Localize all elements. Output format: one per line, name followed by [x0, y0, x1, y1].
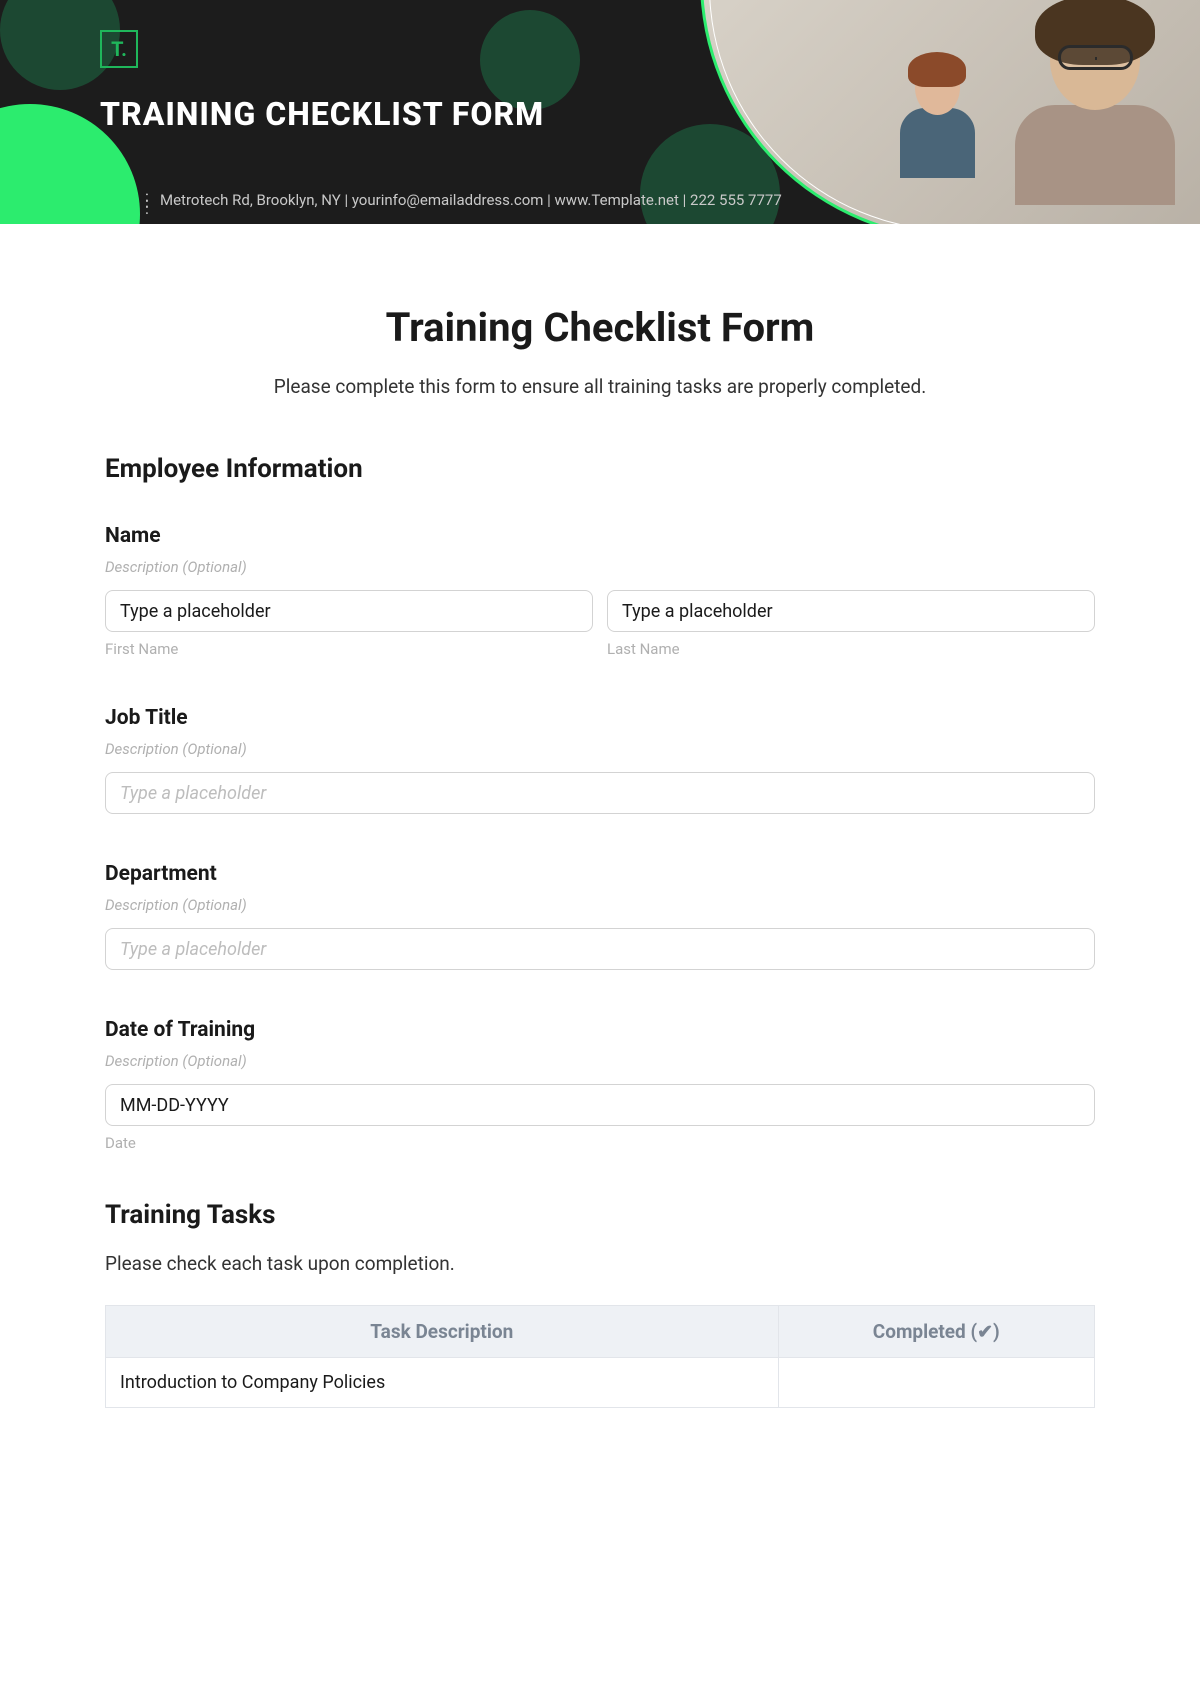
field-description: Description (Optional)	[105, 558, 1095, 576]
section-employee-info: Employee Information	[105, 454, 1095, 484]
department-input[interactable]	[105, 928, 1095, 970]
th-completed: Completed (✔)	[778, 1306, 1094, 1358]
banner-title: TRAINING CHECKLIST FORM	[100, 95, 544, 133]
field-name: Name Description (Optional) First Name L…	[105, 524, 1095, 658]
form-content: Training Checklist Form Please complete …	[0, 224, 1200, 1408]
first-name-input[interactable]	[105, 590, 593, 632]
date-sublabel: Date	[105, 1134, 1095, 1152]
task-description-cell: Introduction to Company Policies	[106, 1358, 779, 1408]
first-name-sublabel: First Name	[105, 640, 593, 658]
th-task-description: Task Description	[106, 1306, 779, 1358]
task-completed-cell[interactable]	[778, 1358, 1094, 1408]
field-label: Job Title	[105, 706, 1095, 730]
last-name-sublabel: Last Name	[607, 640, 1095, 658]
decor-dots: :::	[145, 194, 147, 212]
section-training-tasks: Training Tasks	[105, 1200, 1095, 1230]
banner: T. TRAINING CHECKLIST FORM ::: Metrotech…	[0, 0, 1200, 224]
field-description: Description (Optional)	[105, 740, 1095, 758]
field-label: Date of Training	[105, 1018, 1095, 1042]
banner-contact-line: Metrotech Rd, Brooklyn, NY | yourinfo@em…	[160, 191, 782, 209]
tasks-intro: Please check each task upon completion.	[105, 1252, 1095, 1275]
field-label: Department	[105, 862, 1095, 886]
tasks-table: Task Description Completed (✔) Introduct…	[105, 1305, 1095, 1408]
job-title-input[interactable]	[105, 772, 1095, 814]
field-description: Description (Optional)	[105, 1052, 1095, 1070]
person-background	[890, 50, 980, 180]
table-row: Introduction to Company Policies	[106, 1358, 1095, 1408]
field-label: Name	[105, 524, 1095, 548]
person-foreground	[990, 0, 1190, 190]
field-department: Department Description (Optional)	[105, 862, 1095, 970]
last-name-input[interactable]	[607, 590, 1095, 632]
date-of-training-input[interactable]	[105, 1084, 1095, 1126]
page-subtitle: Please complete this form to ensure all …	[105, 375, 1095, 398]
field-description: Description (Optional)	[105, 896, 1095, 914]
page-title: Training Checklist Form	[105, 304, 1095, 351]
field-date-of-training: Date of Training Description (Optional) …	[105, 1018, 1095, 1152]
field-job-title: Job Title Description (Optional)	[105, 706, 1095, 814]
logo: T.	[100, 30, 138, 68]
